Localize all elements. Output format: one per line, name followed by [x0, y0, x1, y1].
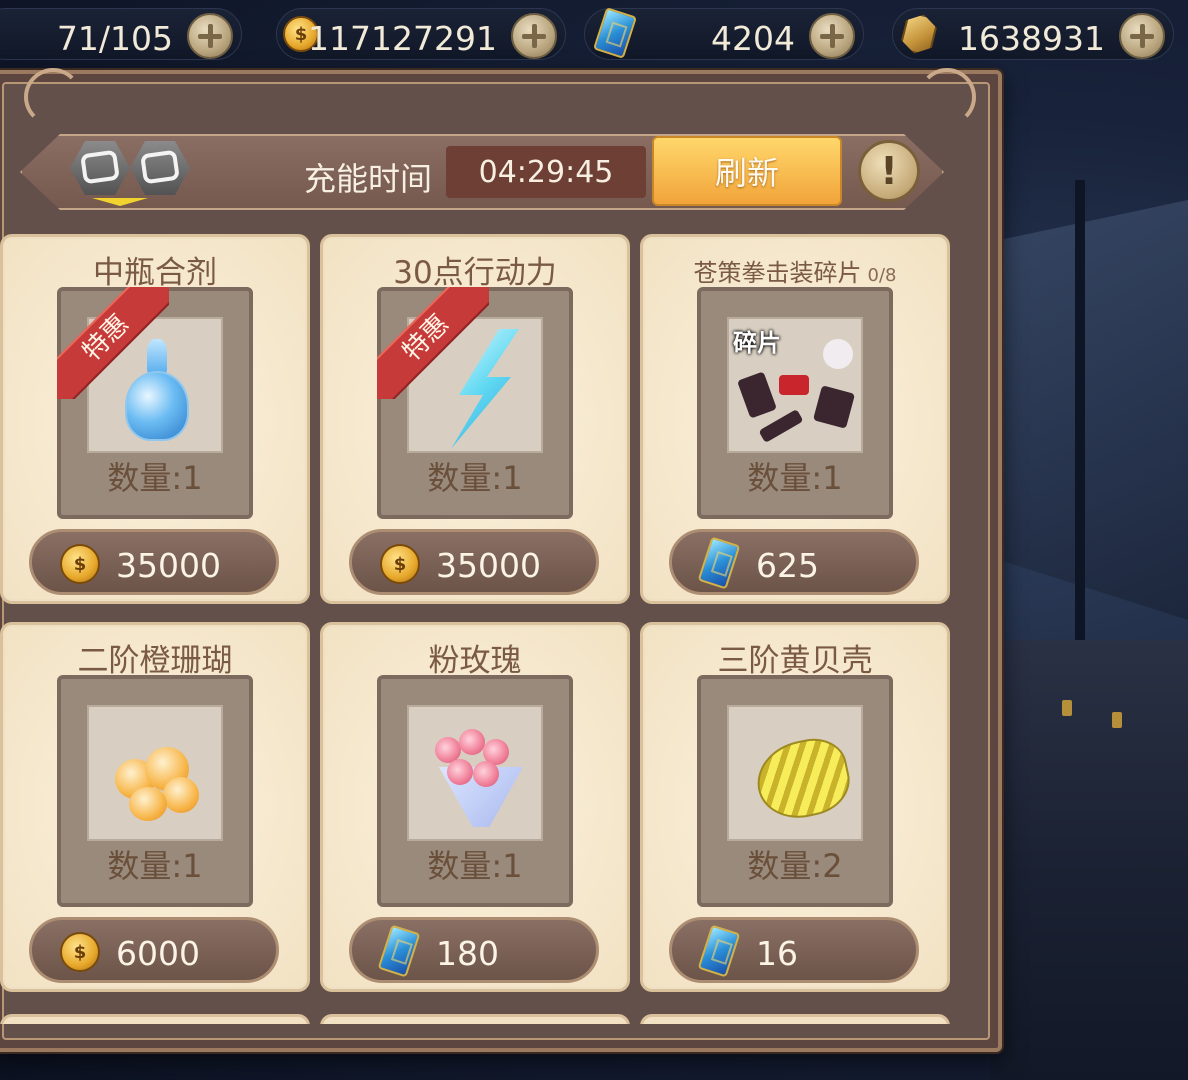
shop-header: 充能时间 04:29:45 刷新 ! — [20, 134, 944, 210]
item-quantity: 数量:1 — [427, 459, 523, 497]
item-frame: 碎片 数量:1 — [697, 287, 893, 519]
item-frame: 特惠 数量:1 — [57, 287, 253, 519]
item-quantity: 数量:1 — [427, 847, 523, 885]
gold-counter: $ 117127291 — [276, 8, 566, 60]
sale-ribbon: 特惠 — [57, 287, 169, 399]
background-sail — [990, 200, 1188, 620]
shop-item-card-partial[interactable] — [320, 1014, 630, 1024]
background-ship — [990, 640, 1188, 1080]
blue-gem-icon — [592, 7, 638, 59]
gem-value: 4204 — [711, 19, 795, 58]
yellow-shell-icon — [750, 732, 856, 826]
add-gem-button[interactable] — [809, 13, 855, 59]
fragment-tag: 碎片 — [733, 329, 781, 357]
info-button[interactable]: ! — [858, 140, 920, 202]
item-name: 粉玫瑰 — [428, 643, 522, 679]
gem-counter: 4204 — [584, 7, 864, 60]
stamina-counter: 71/105 — [0, 8, 242, 60]
shop-item-card[interactable]: 三阶黄贝壳 数量:2 16 — [640, 622, 950, 992]
item-name: 30点行动力 — [393, 255, 557, 291]
shop-item-card[interactable]: 中瓶合剂 特惠 数量:1 $ 35000 — [0, 234, 310, 604]
shop-item-card[interactable]: 苍策拳击装碎片 0/8 碎片 数量:1 625 — [640, 234, 950, 604]
gold-coin-icon: $ — [380, 544, 420, 584]
price-button[interactable]: 180 — [349, 917, 599, 983]
sale-ribbon: 特惠 — [377, 287, 489, 399]
ornament-flourish — [918, 68, 976, 126]
refresh-button[interactable]: 刷新 — [652, 136, 842, 206]
price-button[interactable]: $ 6000 — [29, 917, 279, 983]
ornament-flourish — [24, 68, 82, 126]
item-quantity: 数量:1 — [747, 459, 843, 497]
blue-gem-icon — [697, 536, 741, 590]
item-image — [727, 705, 863, 841]
gold-coin-icon: $ — [60, 544, 100, 584]
blue-gem-icon — [377, 924, 421, 978]
price-value: 625 — [756, 546, 819, 585]
item-frame: 数量:1 — [57, 675, 253, 907]
item-frame: 数量:1 — [377, 675, 573, 907]
item-image: 碎片 — [727, 317, 863, 453]
gold-value: 117127291 — [308, 19, 497, 58]
resource-bar: 71/105 $ 117127291 4204 1638931 — [0, 0, 1188, 74]
sale-badge: 特惠 — [57, 287, 169, 399]
item-grid: 中瓶合剂 特惠 数量:1 $ 35000 30点行动力 特惠 数量:1 $ 35… — [0, 234, 960, 1024]
item-quantity: 数量:2 — [747, 847, 843, 885]
item-quantity: 数量:1 — [107, 847, 203, 885]
price-button[interactable]: $ 35000 — [29, 529, 279, 595]
stamina-value: 71/105 — [56, 19, 173, 58]
price-value: 16 — [756, 934, 798, 973]
shop-item-card-partial[interactable] — [0, 1014, 310, 1024]
add-stamina-button[interactable] — [187, 13, 233, 59]
token-counter: 1638931 — [892, 8, 1174, 60]
token-value: 1638931 — [958, 19, 1105, 58]
price-value: 35000 — [116, 546, 221, 585]
charge-time-label: 充能时间 — [304, 160, 433, 198]
gold-coin-icon: $ — [60, 932, 100, 972]
price-value: 35000 — [436, 546, 541, 585]
item-name: 三阶黄贝壳 — [717, 643, 873, 679]
item-frame: 特惠 数量:1 — [377, 287, 573, 519]
background-window-light — [1062, 700, 1072, 716]
price-button[interactable]: $ 35000 — [349, 529, 599, 595]
blue-gem-icon — [697, 924, 741, 978]
gold-token-icon — [899, 11, 940, 58]
shop-item-card[interactable]: 粉玫瑰 数量:1 180 — [320, 622, 630, 992]
fragment-progress: 0/8 — [867, 265, 897, 286]
outfit-fragment-icon — [737, 371, 777, 419]
shop-item-card[interactable]: 二阶橙珊瑚 数量:1 $ 6000 — [0, 622, 310, 992]
item-image — [407, 705, 543, 841]
item-frame: 数量:2 — [697, 675, 893, 907]
item-name: 苍策拳击装碎片 0/8 — [693, 259, 897, 287]
add-gold-button[interactable] — [511, 13, 557, 59]
shop-item-card-partial[interactable] — [640, 1014, 950, 1024]
charge-time-value: 04:29:45 — [446, 146, 646, 198]
item-name: 二阶橙珊瑚 — [77, 643, 233, 679]
shop-item-card[interactable]: 30点行动力 特惠 数量:1 $ 35000 — [320, 234, 630, 604]
price-value: 180 — [436, 934, 499, 973]
item-quantity: 数量:1 — [107, 459, 203, 497]
item-image — [87, 705, 223, 841]
price-button[interactable]: 16 — [669, 917, 919, 983]
sale-badge: 特惠 — [377, 287, 489, 399]
item-name: 中瓶合剂 — [93, 255, 217, 291]
add-token-button[interactable] — [1119, 13, 1165, 59]
price-value: 6000 — [116, 934, 200, 973]
price-button[interactable]: 625 — [669, 529, 919, 595]
background-window-light — [1112, 712, 1122, 728]
